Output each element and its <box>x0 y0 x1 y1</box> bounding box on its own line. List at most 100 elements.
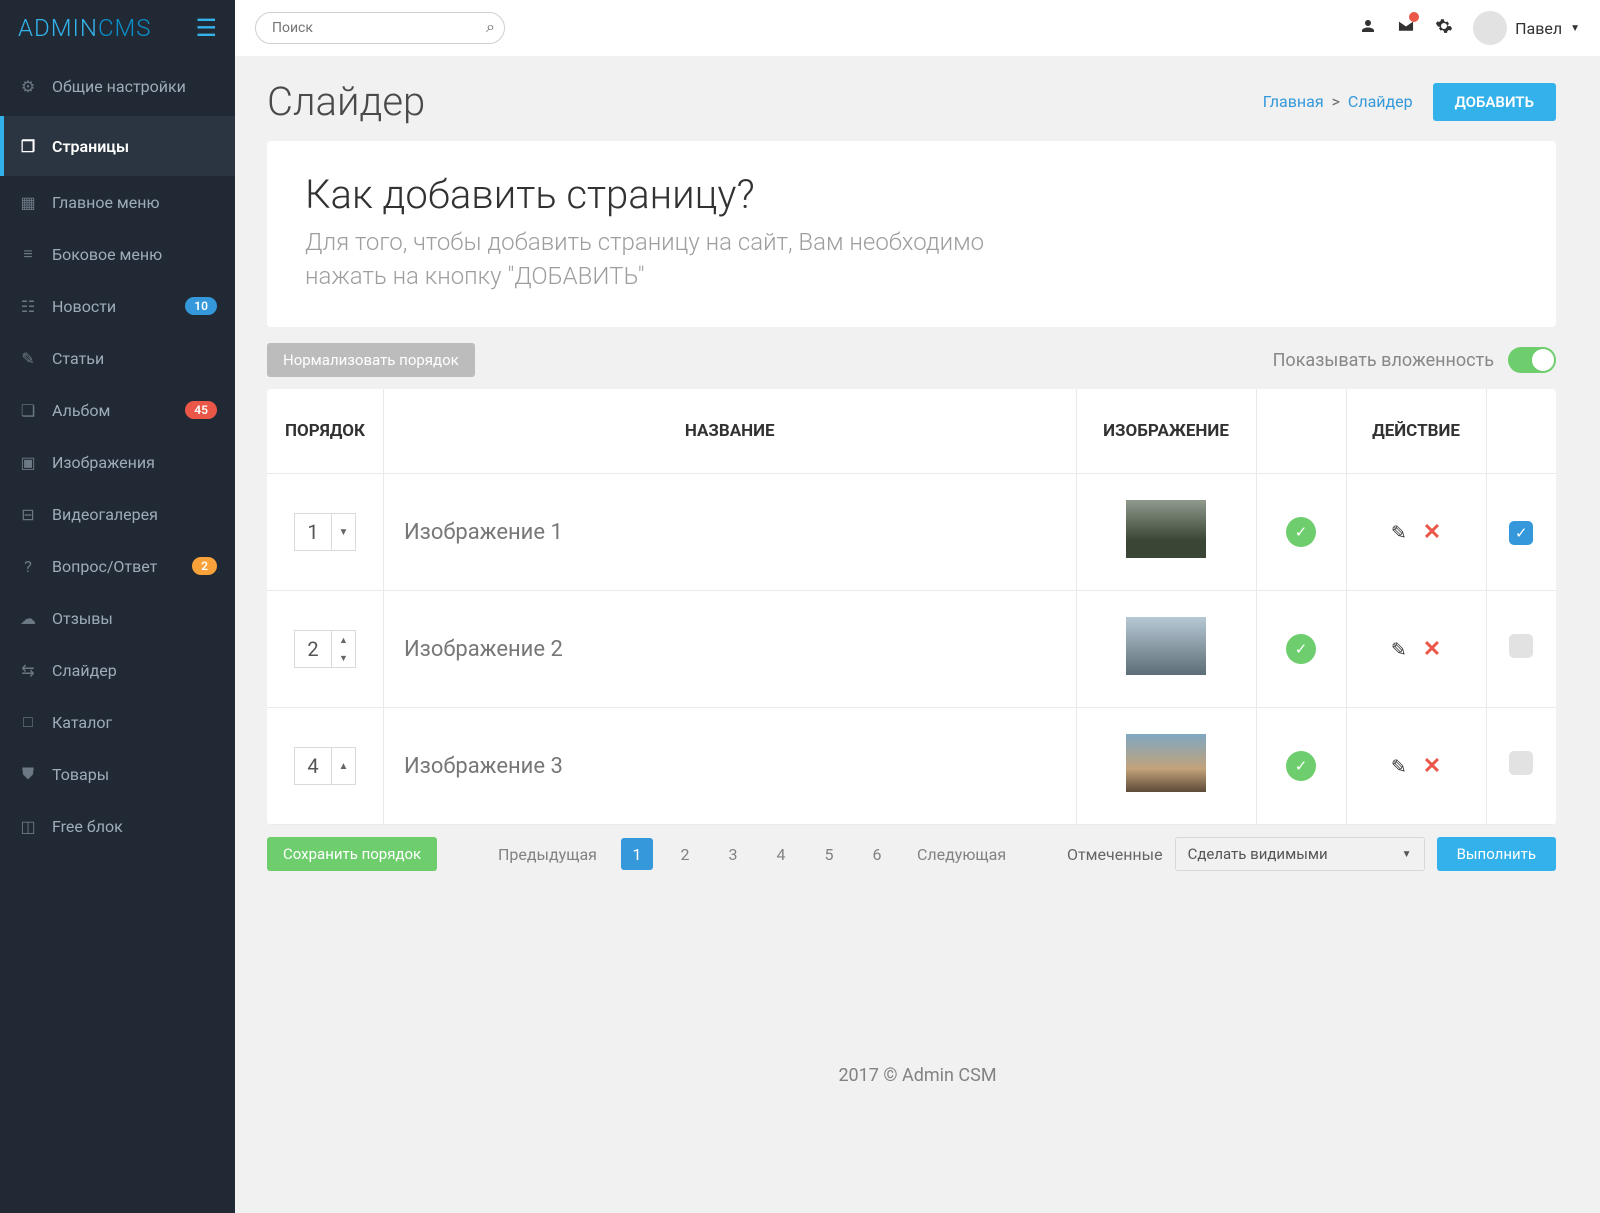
edit-icon[interactable]: ✎ <box>1391 755 1407 778</box>
row-name: Изображение 1 <box>383 474 1076 591</box>
sidebar-item-catalog[interactable]: □Каталог <box>0 696 235 748</box>
sidebar-item-articles[interactable]: ✎Статьи <box>0 332 235 384</box>
breadcrumb: Главная > Слайдер <box>1263 92 1413 111</box>
page-prev[interactable]: Предыдущая <box>490 839 605 870</box>
row-checkbox[interactable] <box>1509 751 1533 775</box>
sidebar-item-label: Статьи <box>52 349 104 368</box>
help-text: Для того, чтобы добавить страницу на сай… <box>305 226 1025 293</box>
execute-button[interactable]: Выполнить <box>1437 837 1556 871</box>
sidebar-item-label: Вопрос/Ответ <box>52 557 157 576</box>
sidebar-item-images[interactable]: ▣Изображения <box>0 436 235 488</box>
order-control[interactable]: 4▲ <box>294 747 356 785</box>
order-control[interactable]: 1▼ <box>294 513 356 551</box>
page-number[interactable]: 4 <box>765 838 797 870</box>
user-name: Павел <box>1515 19 1562 38</box>
edit-icon[interactable]: ✎ <box>1391 521 1407 544</box>
help-title: Как добавить страницу? <box>305 171 1518 218</box>
page-next[interactable]: Следующая <box>909 839 1014 870</box>
col-order: ПОРЯДОК <box>267 389 383 474</box>
search-input[interactable] <box>255 12 505 44</box>
avatar <box>1473 11 1507 45</box>
status-ok-icon[interactable]: ✓ <box>1286 751 1316 781</box>
menu-toggle-icon[interactable]: ☰ <box>195 14 217 42</box>
list-icon: ≡ <box>18 244 38 264</box>
sidebar-item-label: Товары <box>52 765 109 784</box>
bulk-select[interactable]: Сделать видимыми▼ <box>1175 837 1425 871</box>
order-handles[interactable]: ▲▼ <box>331 631 355 667</box>
page-number[interactable]: 2 <box>669 838 701 870</box>
delete-icon[interactable]: ✕ <box>1423 754 1441 779</box>
edit-icon[interactable]: ✎ <box>1391 638 1407 661</box>
order-value: 4 <box>295 748 331 784</box>
row-checkbox[interactable] <box>1509 634 1533 658</box>
row-name: Изображение 2 <box>383 591 1076 708</box>
status-ok-icon[interactable]: ✓ <box>1286 634 1316 664</box>
add-button[interactable]: ДОБАВИТЬ <box>1433 83 1556 121</box>
col-status <box>1256 389 1346 474</box>
page-number[interactable]: 3 <box>717 838 749 870</box>
sidebar-item-pages[interactable]: ❐Страницы <box>0 116 235 176</box>
settings-icon[interactable] <box>1435 16 1453 41</box>
sidebar-item-free[interactable]: ◫Free блок <box>0 800 235 852</box>
user-icon[interactable] <box>1359 16 1377 41</box>
sidebar-item-slider[interactable]: ⇆Слайдер <box>0 644 235 696</box>
caret-icon: ▼ <box>1402 849 1412 860</box>
sidebar-item-album[interactable]: ❏Альбом45 <box>0 384 235 436</box>
order-control[interactable]: 2▲▼ <box>294 630 356 668</box>
sidebar-item-side-menu[interactable]: ≡ Боковое меню <box>0 228 235 280</box>
sidebar-item-qa[interactable]: ?Вопрос/Ответ2 <box>0 540 235 592</box>
sidebar-item-label: Каталог <box>52 713 112 732</box>
col-check <box>1486 389 1556 474</box>
breadcrumb-current[interactable]: Слайдер <box>1348 92 1413 111</box>
badge: 10 <box>185 297 217 315</box>
badge: 45 <box>185 401 217 419</box>
thumbnail <box>1126 500 1206 558</box>
mail-icon[interactable] <box>1397 16 1415 41</box>
video-icon: ⊟ <box>18 504 38 524</box>
normalize-button[interactable]: Нормализовать порядок <box>267 343 475 377</box>
table-footer: Сохранить порядок Предыдущая 1 2 3 4 5 6… <box>267 837 1556 871</box>
user-menu[interactable]: Павел ▼ <box>1473 11 1580 45</box>
page-number[interactable]: 1 <box>621 838 653 870</box>
help-card: Как добавить страницу? Для того, чтобы д… <box>267 141 1556 327</box>
bulk-label: Отмеченные <box>1067 845 1163 864</box>
order-value: 2 <box>295 631 331 667</box>
sidebar-item-products[interactable]: ⛊Товары <box>0 748 235 800</box>
sidebar-item-label: Боковое меню <box>52 245 162 264</box>
sidebar-item-reviews[interactable]: ☁Отзывы <box>0 592 235 644</box>
caret-down-icon[interactable]: ▼ <box>332 649 355 667</box>
sidebar-item-label: Общие настройки <box>52 77 186 96</box>
grid-icon: ▦ <box>18 192 38 212</box>
status-ok-icon[interactable]: ✓ <box>1286 517 1316 547</box>
row-checkbox[interactable]: ✓ <box>1509 521 1533 545</box>
page-number[interactable]: 5 <box>813 838 845 870</box>
nesting-toggle[interactable] <box>1508 347 1556 373</box>
search-button[interactable]: ⌕ <box>486 17 495 37</box>
search-icon: ⌕ <box>486 17 495 36</box>
table-card: ПОРЯДОК НАЗВАНИЕ ИЗОБРАЖЕНИЕ ДЕЙСТВИЕ 1▼… <box>267 389 1556 825</box>
caret-icon: ▼ <box>1570 23 1580 34</box>
delete-icon[interactable]: ✕ <box>1423 520 1441 545</box>
sidebar-item-video[interactable]: ⊟Видеогалерея <box>0 488 235 540</box>
caret-down-icon[interactable]: ▼ <box>331 514 355 550</box>
table-row: 2▲▼ Изображение 2 ✓ ✎ ✕ <box>267 591 1556 708</box>
footer: 2017 © Admin CSM <box>235 1041 1600 1110</box>
sidebar-item-label: Альбом <box>52 401 110 420</box>
sidebar-item-settings[interactable]: ⚙Общие настройки <box>0 56 235 116</box>
sidebar-item-main-menu[interactable]: ▦Главное меню <box>0 176 235 228</box>
bulk-actions: Отмеченные Сделать видимыми▼ Выполнить <box>1067 837 1556 871</box>
news-icon: ☷ <box>18 296 38 316</box>
col-action: ДЕЙСТВИЕ <box>1346 389 1486 474</box>
chat-icon: ☁ <box>18 608 38 628</box>
save-order-button[interactable]: Сохранить порядок <box>267 837 437 871</box>
delete-icon[interactable]: ✕ <box>1423 637 1441 662</box>
page-number[interactable]: 6 <box>861 838 893 870</box>
caret-up-icon[interactable]: ▲ <box>332 631 355 649</box>
order-value: 1 <box>295 514 331 550</box>
sidebar-item-news[interactable]: ☷Новости10 <box>0 280 235 332</box>
caret-up-icon[interactable]: ▲ <box>331 748 355 784</box>
breadcrumb-home[interactable]: Главная <box>1263 92 1324 111</box>
sidebar-item-label: Free блок <box>52 817 123 836</box>
sidebar: ADMINCMS ☰ ⚙Общие настройки ❐Страницы ▦Г… <box>0 0 235 1213</box>
data-table: ПОРЯДОК НАЗВАНИЕ ИЗОБРАЖЕНИЕ ДЕЙСТВИЕ 1▼… <box>267 389 1556 825</box>
